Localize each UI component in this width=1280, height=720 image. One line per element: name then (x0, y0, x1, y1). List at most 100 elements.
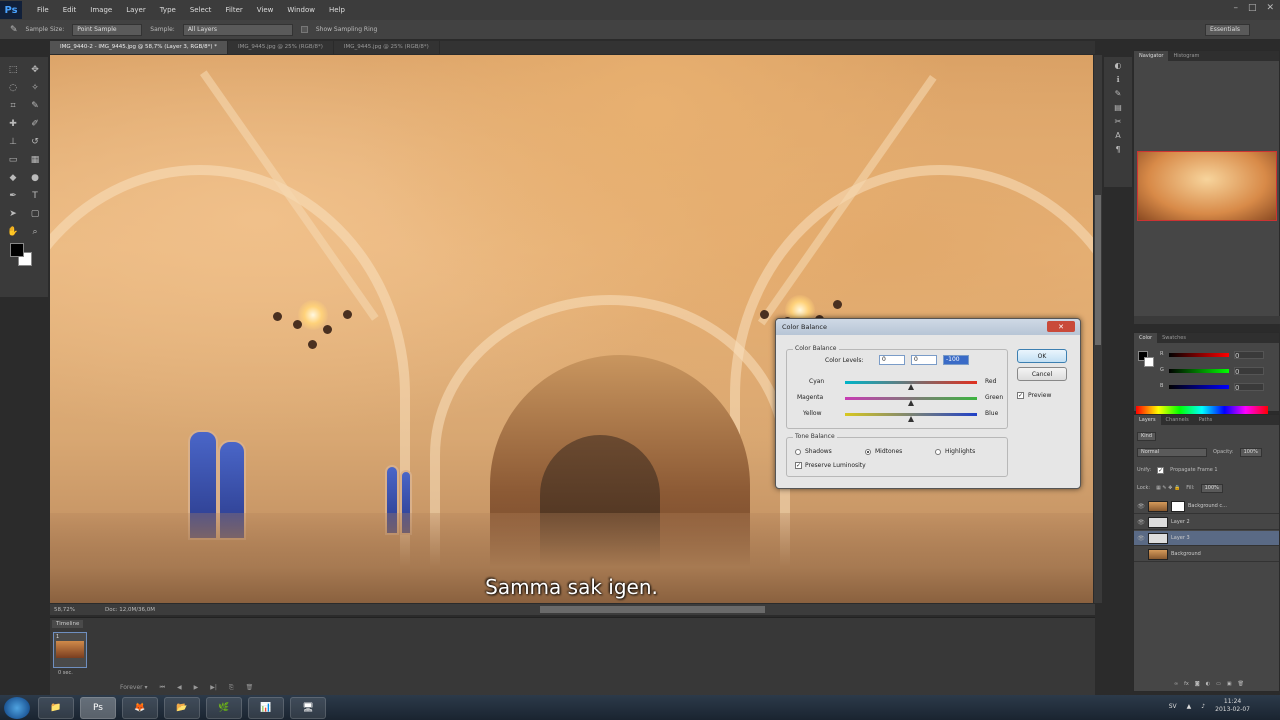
cancel-button[interactable]: Cancel (1017, 367, 1067, 381)
taskbar-firefox[interactable]: 🦊 (122, 696, 158, 719)
color-spectrum[interactable] (1136, 406, 1268, 414)
layer-row[interactable]: Background (1134, 547, 1279, 562)
menu-file[interactable]: File (30, 6, 56, 14)
level-input-yellow-blue[interactable]: -100 (943, 355, 969, 365)
volume-icon[interactable]: ♪ (1201, 703, 1205, 710)
ok-button[interactable]: OK (1017, 349, 1067, 363)
layer-mask-thumbnail[interactable] (1171, 500, 1185, 512)
navigator-preview[interactable] (1137, 151, 1277, 221)
previous-frame-icon[interactable]: ◀ (177, 684, 182, 692)
menu-edit[interactable]: Edit (56, 6, 84, 14)
tab-swatches[interactable]: Swatches (1157, 333, 1191, 343)
red-value[interactable]: 0 (1234, 351, 1264, 360)
tab-channels[interactable]: Channels (1161, 415, 1194, 425)
brush-presets-icon[interactable]: ✎ (1115, 89, 1122, 98)
start-button[interactable] (4, 696, 30, 719)
preserve-luminosity-checkbox[interactable]: ✓ (795, 462, 802, 469)
menu-filter[interactable]: Filter (218, 6, 249, 14)
delete-frame-icon[interactable]: 🗑 (246, 684, 254, 692)
green-value[interactable]: 0 (1234, 367, 1264, 376)
fx-icon[interactable]: fx (1184, 681, 1189, 687)
fill-value[interactable]: 100% (1200, 483, 1223, 493)
yellow-blue-slider-thumb[interactable] (908, 416, 914, 422)
menu-window[interactable]: Window (280, 6, 322, 14)
marquee-tool-icon[interactable]: ⬚ (3, 61, 23, 79)
brush-tool-icon[interactable]: ✐ (25, 115, 45, 133)
highlights-radio[interactable] (935, 449, 941, 455)
layer-filter-select[interactable]: Kind (1137, 431, 1157, 441)
lasso-tool-icon[interactable]: ◌ (3, 79, 23, 97)
propagate-checkbox[interactable]: ✓ (1157, 466, 1165, 474)
trash-icon[interactable]: 🗑 (1238, 681, 1244, 687)
layer-row-selected[interactable]: 👁 Layer 3 (1134, 531, 1279, 546)
taskbar-app[interactable]: 🌿 (206, 696, 242, 719)
loop-select[interactable]: Forever ▾ (120, 684, 148, 692)
eyedropper-icon[interactable]: ✎ (10, 25, 18, 35)
taskbar-folder[interactable]: 📂 (164, 696, 200, 719)
blur-tool-icon[interactable]: ◆ (3, 169, 23, 187)
opacity-value[interactable]: 100% (1239, 447, 1262, 457)
tab-layers[interactable]: Layers (1134, 415, 1161, 425)
visibility-eye-icon[interactable]: 👁 (1134, 535, 1148, 542)
add-mask-icon[interactable]: ◙ (1195, 681, 1200, 687)
play-icon[interactable]: ▶ (194, 684, 199, 692)
tab-navigator[interactable]: Navigator (1134, 51, 1169, 61)
bg-color-chip[interactable] (1144, 357, 1154, 367)
path-select-tool-icon[interactable]: ➤ (3, 205, 23, 223)
magenta-green-slider-thumb[interactable] (908, 400, 914, 406)
timeline-tab[interactable]: Timeline (52, 620, 84, 628)
document-tab[interactable]: IMG_9445.jpg @ 25% (RGB/8*) (334, 41, 440, 54)
document-tab[interactable]: IMG_9445.jpg @ 25% (RGB/8*) (228, 41, 334, 54)
clone-source-icon[interactable]: ✂ (1115, 117, 1122, 126)
visibility-eye-icon[interactable]: 👁 (1134, 519, 1148, 526)
level-input-cyan-red[interactable]: 0 (879, 355, 905, 365)
dodge-tool-icon[interactable]: ● (25, 169, 45, 187)
menu-image[interactable]: Image (83, 6, 119, 14)
zoom-level[interactable]: 58,72% (54, 607, 75, 613)
eraser-tool-icon[interactable]: ▭ (3, 151, 23, 169)
layer-row[interactable]: 👁 Background c... (1134, 499, 1279, 514)
tab-color[interactable]: Color (1134, 333, 1158, 343)
taskbar-app[interactable]: 📊 (248, 696, 284, 719)
hand-tool-icon[interactable]: ✋ (3, 223, 23, 241)
animation-frame[interactable]: 1 (53, 632, 87, 668)
blend-mode-select[interactable]: Normal (1137, 447, 1207, 457)
new-layer-icon[interactable]: ▣ (1227, 681, 1232, 687)
taskbar-explorer[interactable]: 📁 (38, 696, 74, 719)
history-brush-tool-icon[interactable]: ↺ (25, 133, 45, 151)
cyan-red-slider[interactable] (845, 381, 977, 384)
menu-type[interactable]: Type (153, 6, 183, 14)
vertical-scrollbar[interactable] (1094, 55, 1102, 603)
visibility-eye-icon[interactable]: 👁 (1134, 503, 1148, 510)
adjustment-layer-icon[interactable]: ◐ (1206, 681, 1210, 687)
menu-view[interactable]: View (250, 6, 281, 14)
tab-paths[interactable]: Paths (1194, 415, 1218, 425)
show-sampling-ring-checkbox[interactable] (300, 26, 308, 33)
blue-value[interactable]: 0 (1234, 383, 1264, 392)
menu-help[interactable]: Help (322, 6, 352, 14)
crop-tool-icon[interactable]: ⌗ (3, 97, 23, 115)
red-slider[interactable] (1169, 353, 1229, 357)
stamp-tool-icon[interactable]: ⊥ (3, 133, 23, 151)
cyan-red-slider-thumb[interactable] (908, 384, 914, 390)
tab-histogram[interactable]: Histogram (1168, 51, 1204, 61)
healing-tool-icon[interactable]: ✚ (3, 115, 23, 133)
eyedropper-tool-icon[interactable]: ✎ (25, 97, 45, 115)
properties-icon[interactable]: ▤ (1114, 103, 1122, 112)
workspace-select[interactable]: Essentials (1205, 23, 1250, 36)
maximize-button[interactable]: □ (1248, 3, 1257, 13)
magic-wand-tool-icon[interactable]: ✧ (25, 79, 45, 97)
paragraph-icon[interactable]: ¶ (1115, 145, 1120, 154)
info-icon[interactable]: ℹ (1116, 75, 1119, 84)
dialog-close-button[interactable]: ✕ (1047, 321, 1075, 332)
sample-select[interactable]: All Layers (182, 23, 293, 36)
menu-layer[interactable]: Layer (119, 6, 153, 14)
history-icon[interactable]: ◐ (1115, 61, 1122, 70)
level-input-magenta-green[interactable]: 0 (911, 355, 937, 365)
next-frame-icon[interactable]: ▶| (210, 684, 217, 692)
menu-select[interactable]: Select (183, 6, 219, 14)
foreground-color-swatch[interactable] (10, 243, 24, 257)
layer-row[interactable]: 👁 Layer 2 (1134, 515, 1279, 530)
group-icon[interactable]: ▭ (1216, 681, 1221, 687)
yellow-blue-slider[interactable] (845, 413, 977, 416)
